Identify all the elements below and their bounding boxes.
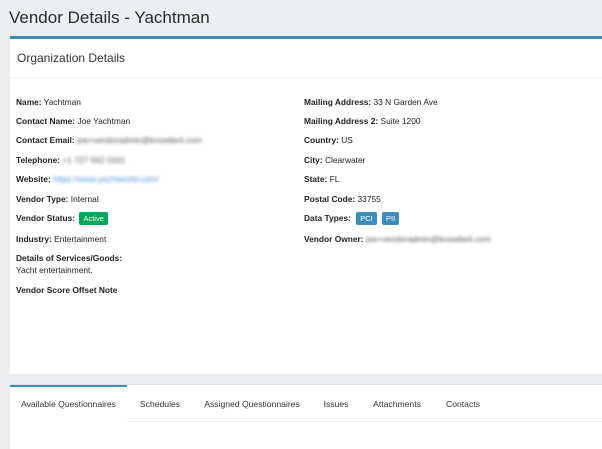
services-label: Details of Services/Goods: bbox=[16, 253, 123, 263]
name-value: Yachtman bbox=[43, 97, 81, 107]
vendor-tabs: Available Questionnaires Schedules Assig… bbox=[10, 384, 602, 449]
postal-code-label: Postal Code: bbox=[304, 194, 356, 204]
mailing-address-value: 33 N Garden Ave bbox=[373, 97, 438, 107]
website-field: Website: https://www.yachtworld.com/ bbox=[16, 173, 159, 185]
state-label: State: bbox=[304, 174, 328, 184]
contact-name-label: Contact Name: bbox=[16, 116, 76, 126]
state-value: FL bbox=[329, 174, 340, 184]
city-label: City: bbox=[304, 155, 323, 165]
country-field: Country: US bbox=[304, 134, 353, 146]
contact-email-value[interactable]: joe+vendoradmin@knowbe4.com bbox=[77, 135, 202, 145]
status-badge: Active bbox=[79, 212, 108, 226]
contact-name-field: Contact Name: Joe Yachtman bbox=[16, 115, 130, 127]
postal-code-value: 33755 bbox=[357, 194, 381, 204]
tab-issues[interactable]: Issues bbox=[314, 385, 358, 421]
vendor-owner-value: joe+vendoradmin@knowbe4.com bbox=[365, 234, 491, 244]
country-value: US bbox=[341, 135, 353, 145]
tab-assigned-questionnaires[interactable]: Assigned Questionnaires bbox=[198, 385, 306, 421]
contact-email-field: Contact Email: joe+vendoradmin@knowbe4.c… bbox=[16, 134, 202, 146]
tabs-divider bbox=[127, 421, 602, 422]
industry-label: Industry: bbox=[16, 234, 52, 244]
telephone-label: Telephone: bbox=[16, 155, 61, 165]
website-link[interactable]: https://www.yachtworld.com/ bbox=[53, 174, 159, 184]
contact-name-value: Joe Yachtman bbox=[77, 116, 131, 126]
state-field: State: FL bbox=[304, 173, 339, 185]
industry-field: Industry: Entertainment bbox=[16, 233, 106, 245]
score-offset-field: Vendor Score Offset Note bbox=[16, 284, 117, 296]
name-field: Name: Yachtman bbox=[16, 96, 81, 108]
country-label: Country: bbox=[304, 135, 339, 145]
vendor-type-value: Internal bbox=[70, 194, 99, 204]
tab-attachments[interactable]: Attachments bbox=[365, 385, 429, 421]
vendor-type-field: Vendor Type: Internal bbox=[16, 193, 99, 205]
tab-contacts[interactable]: Contacts bbox=[438, 385, 488, 421]
data-types-field: Data Types: PCI PII bbox=[304, 212, 400, 226]
vendor-owner-field: Vendor Owner: joe+vendoradmin@knowbe4.co… bbox=[304, 233, 491, 245]
data-type-badge-pii: PII bbox=[382, 212, 400, 226]
data-types-label: Data Types: bbox=[304, 213, 351, 223]
city-field: City: Clearwater bbox=[304, 154, 365, 166]
tab-schedules[interactable]: Schedules bbox=[130, 385, 190, 421]
card-title: Organization Details bbox=[10, 39, 602, 78]
data-type-badge-pci: PCI bbox=[356, 212, 377, 226]
tab-available-questionnaires[interactable]: Available Questionnaires bbox=[10, 385, 127, 423]
contact-email-label: Contact Email: bbox=[16, 135, 75, 145]
city-value: Clearwater bbox=[324, 155, 366, 165]
mailing-address-2-label: Mailing Address 2: bbox=[304, 116, 379, 126]
vendor-type-label: Vendor Type: bbox=[16, 194, 69, 204]
mailing-address-2-value: Suite 1200 bbox=[380, 116, 421, 126]
vendor-owner-label: Vendor Owner: bbox=[304, 234, 364, 244]
services-value: Yacht entertainment. bbox=[16, 265, 93, 275]
vendor-status-label: Vendor Status: bbox=[16, 213, 76, 223]
postal-code-field: Postal Code: 33755 bbox=[304, 193, 381, 205]
mailing-address-2-field: Mailing Address 2: Suite 1200 bbox=[304, 115, 421, 127]
mailing-address-label: Mailing Address: bbox=[304, 97, 372, 107]
mailing-address-field: Mailing Address: 33 N Garden Ave bbox=[304, 96, 438, 108]
services-field: Details of Services/Goods: Yacht enterta… bbox=[16, 252, 122, 276]
telephone-value: +1 727 562 0101 bbox=[62, 155, 126, 165]
score-offset-label: Vendor Score Offset Note bbox=[16, 285, 118, 295]
organization-details-card: Organization Details Name: Yachtman Cont… bbox=[10, 36, 602, 374]
page-title: Vendor Details - Yachtman bbox=[9, 8, 210, 27]
name-label: Name: bbox=[16, 97, 42, 107]
industry-value: Entertainment bbox=[54, 234, 107, 244]
telephone-field: Telephone: +1 727 562 0101 bbox=[16, 154, 125, 166]
vendor-status-field: Vendor Status: Active bbox=[16, 212, 108, 226]
website-label: Website: bbox=[16, 174, 51, 184]
